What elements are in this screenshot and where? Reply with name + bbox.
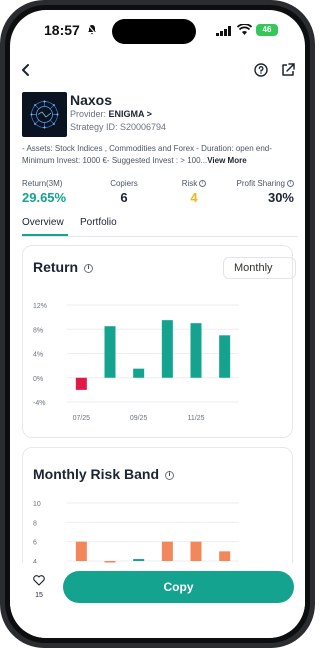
y-tick-label: 8% — [33, 327, 43, 334]
risk-band-title: Monthly Risk Band — [33, 466, 160, 482]
provider-link[interactable]: ENIGMA > — [109, 109, 152, 119]
return-bar-chart: 12% 8% 4% 0% -4% 07/25 09/25 11/25 — [33, 303, 239, 422]
info-icon[interactable]: i — [84, 263, 94, 273]
app-screen: 18:57 46 Naxos Provider: ENIGMA > Strate… — [10, 10, 305, 638]
stat-return: Return(3M) 29.65% — [22, 179, 66, 205]
status-bar: 18:57 46 — [10, 10, 305, 52]
like-button[interactable]: 15 — [29, 573, 49, 603]
nav-bar — [10, 56, 305, 86]
stat-label: Return(3M) — [22, 179, 63, 188]
stat-copiers: Copiers 6 — [109, 179, 139, 205]
heart-icon — [33, 575, 45, 586]
stat-profit-sharing: Profit Sharing i 30% — [226, 179, 294, 205]
risk-band-bar-chart: 10864 — [33, 501, 239, 566]
brain-circuit-icon — [30, 100, 59, 129]
y-tick-label: 8 — [33, 520, 37, 527]
bar — [219, 335, 231, 378]
stat-label: Risk — [181, 179, 198, 188]
copy-button[interactable]: Copy — [63, 571, 294, 603]
tab-overview[interactable]: Overview — [22, 217, 64, 228]
stat-value: 4 — [190, 190, 198, 205]
return-card: Return i Monthly 12% 8% 4% 0% -4% 07/25 09/25 1… — [22, 245, 296, 438]
stat-risk: Risk i 4 — [179, 179, 209, 205]
info-icon[interactable]: i — [199, 180, 207, 188]
wifi-icon — [237, 24, 252, 35]
stat-value: 29.65% — [22, 190, 67, 205]
provider-line: Provider: ENIGMA > — [70, 109, 152, 119]
bar — [75, 377, 87, 390]
y-tick-label: -4% — [33, 400, 45, 407]
risk-band-title-row: Monthly Risk Band i — [33, 466, 174, 482]
stat-value: 30% — [267, 190, 294, 205]
cell-signal-icon — [216, 26, 231, 36]
return-title-row: Return i — [33, 259, 94, 275]
period-select[interactable]: Monthly — [223, 257, 296, 279]
dynamic-island — [112, 19, 196, 44]
x-tick-label: 07/25 — [73, 415, 91, 422]
x-tick-label: 11/25 — [188, 415, 205, 422]
bar — [161, 541, 173, 561]
bar — [219, 551, 231, 561]
stat-label-row: Risk i — [179, 179, 209, 188]
x-tick-label: 09/25 — [130, 415, 148, 422]
strategy-id: Strategy ID: S20006794 — [70, 122, 167, 132]
y-tick-label: 12% — [33, 303, 47, 310]
muted-bell-icon — [87, 24, 97, 35]
status-time: 18:57 — [44, 22, 80, 38]
strategy-name: Naxos — [70, 92, 113, 108]
like-count: 15 — [35, 592, 43, 599]
bar — [190, 323, 202, 378]
stat-value: 6 — [120, 190, 128, 205]
y-tick-label: 6 — [33, 540, 37, 547]
strategy-description: - Assets: Stock Indices , Commodities an… — [22, 143, 298, 167]
info-icon[interactable]: i — [164, 470, 174, 480]
y-tick-label: 0% — [33, 376, 43, 383]
external-link-icon[interactable] — [278, 60, 298, 80]
tab-active-indicator — [22, 234, 68, 236]
bar — [133, 368, 145, 378]
tab-divider — [22, 236, 298, 237]
y-tick-label: 10 — [33, 501, 41, 508]
view-more-link[interactable]: View More — [207, 156, 246, 165]
bar — [104, 326, 116, 378]
info-icon[interactable]: i — [287, 180, 294, 188]
bar — [161, 320, 173, 378]
bar — [75, 541, 87, 561]
tab-portfolio[interactable]: Portfolio — [80, 217, 117, 228]
strategy-logo — [22, 92, 67, 137]
provider-prefix: Provider: — [70, 109, 109, 119]
stat-label: Copiers — [110, 179, 138, 188]
stat-label: Profit Sharing — [236, 179, 285, 188]
help-icon[interactable] — [251, 60, 271, 80]
y-tick-label: 4% — [33, 352, 43, 359]
bar — [190, 541, 202, 561]
stat-label-row: Profit Sharing i — [226, 179, 294, 188]
battery-indicator: 46 — [256, 24, 278, 36]
return-title: Return — [33, 259, 79, 275]
tab-bar: Overview Portfolio — [22, 217, 298, 239]
back-arrow-icon[interactable] — [16, 60, 36, 80]
bar — [133, 559, 145, 561]
